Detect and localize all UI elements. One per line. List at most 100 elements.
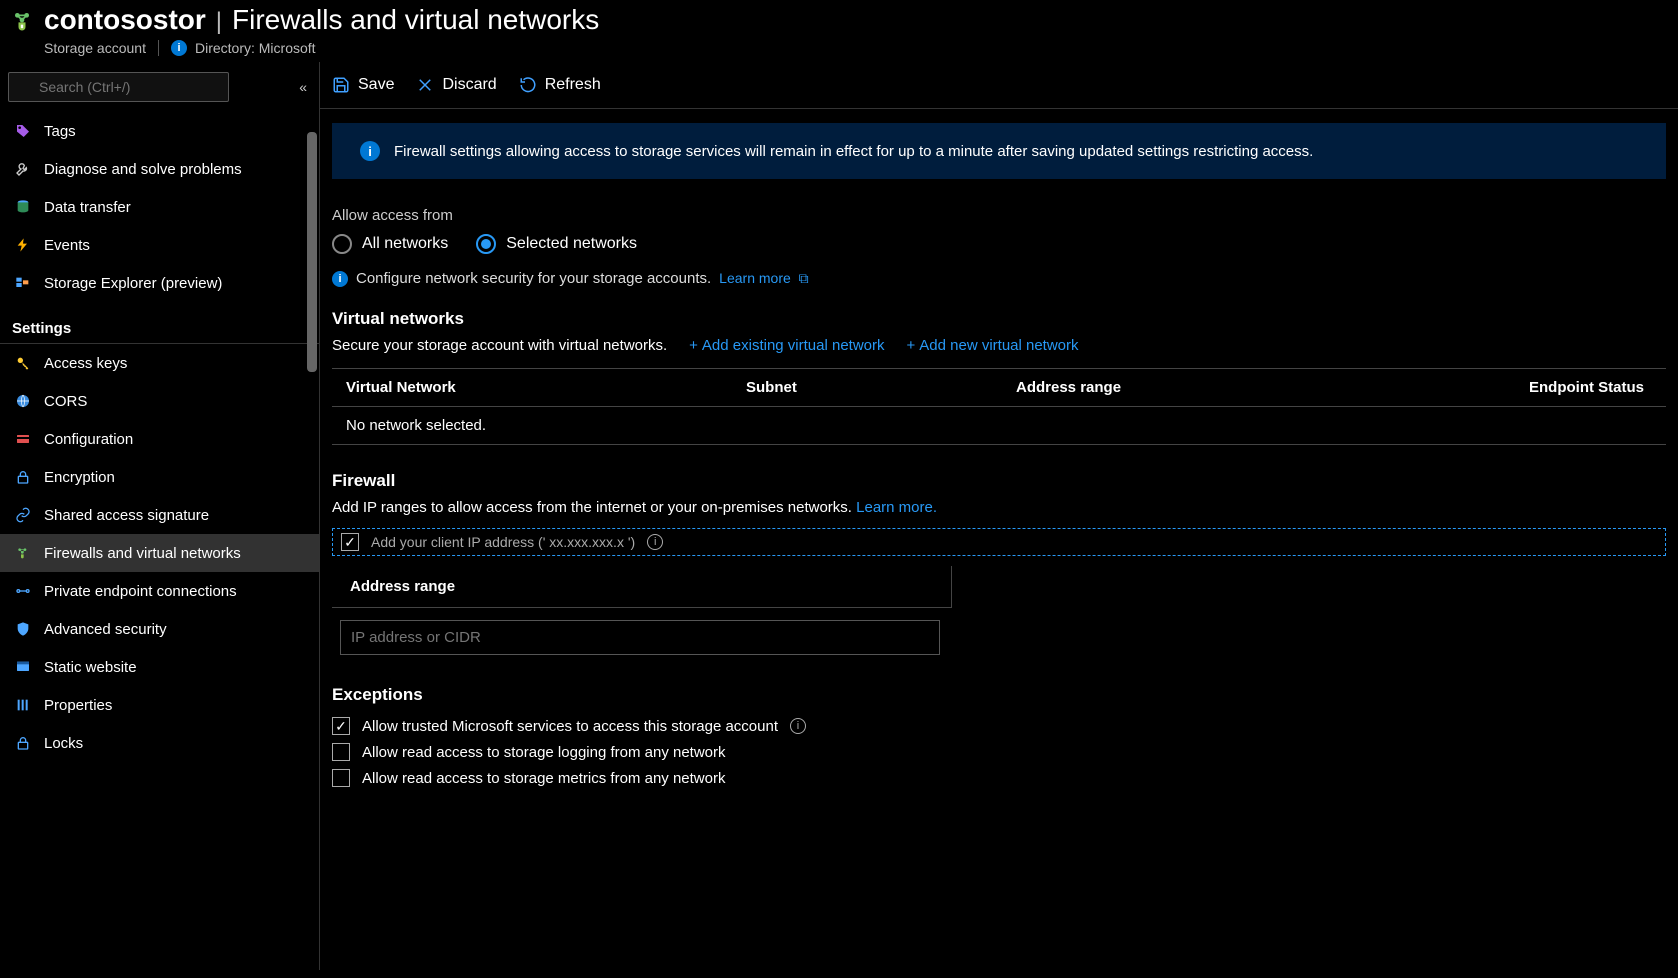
wrench-icon bbox=[14, 160, 32, 178]
col-header-subnet: Subnet bbox=[746, 379, 1016, 396]
radio-selected-networks[interactable]: Selected networks bbox=[476, 234, 637, 254]
save-label: Save bbox=[358, 76, 394, 94]
sidebar-item-label: Properties bbox=[44, 697, 112, 714]
directory-label: Directory: Microsoft bbox=[195, 40, 316, 56]
toolbar: Save Discard Refresh bbox=[320, 62, 1678, 109]
vnet-desc: Secure your storage account with virtual… bbox=[332, 337, 667, 354]
bolt-icon bbox=[14, 236, 32, 254]
access-radio-group: All networks Selected networks bbox=[332, 234, 1666, 254]
sidebar-item-pec[interactable]: Private endpoint connections bbox=[0, 572, 319, 610]
learn-more-link[interactable]: Learn more ⧉ bbox=[719, 270, 808, 287]
refresh-label: Refresh bbox=[545, 76, 601, 94]
sidebar-item-encryption[interactable]: Encryption bbox=[0, 458, 319, 496]
sidebar-item-label: Events bbox=[44, 237, 90, 254]
explorer-icon bbox=[14, 274, 32, 292]
info-icon[interactable]: i bbox=[171, 40, 187, 56]
exception-checkbox[interactable] bbox=[332, 717, 350, 735]
lock-icon bbox=[14, 468, 32, 486]
add-new-vnet-button[interactable]: + Add new virtual network bbox=[907, 337, 1079, 354]
address-range-input[interactable] bbox=[340, 620, 940, 655]
external-link-icon: ⧉ bbox=[795, 270, 809, 286]
sidebar-item-access-keys[interactable]: Access keys bbox=[0, 344, 319, 382]
sidebar-item-diagnose[interactable]: Diagnose and solve problems bbox=[0, 150, 319, 188]
resource-type: Storage account bbox=[44, 40, 146, 56]
sidebar-nav: Tags Diagnose and solve problems Data tran… bbox=[0, 112, 319, 970]
vnet-table: Virtual Network Subnet Address range End… bbox=[332, 368, 1666, 445]
sidebar-item-storage-explorer[interactable]: Storage Explorer (preview) bbox=[0, 264, 319, 302]
sidebar-item-cors[interactable]: CORS bbox=[0, 382, 319, 420]
firewall-desc: Add IP ranges to allow access from the i… bbox=[332, 499, 852, 516]
vnet-empty-text: No network selected. bbox=[346, 417, 746, 434]
sidebar-item-label: Diagnose and solve problems bbox=[44, 161, 242, 178]
subtitle-divider bbox=[158, 40, 159, 56]
refresh-icon bbox=[519, 76, 537, 94]
key-icon bbox=[14, 354, 32, 372]
card-icon bbox=[14, 430, 32, 448]
client-ip-row[interactable]: Add your client IP address (' xx.xxx.xxx… bbox=[332, 528, 1666, 556]
sidebar: « Tags Diagnose and solve problems Data tr… bbox=[0, 62, 320, 970]
exception-label: Allow read access to storage metrics fro… bbox=[362, 770, 725, 787]
radio-all-networks[interactable]: All networks bbox=[332, 234, 448, 254]
info-outline-icon[interactable]: i bbox=[790, 718, 806, 734]
sidebar-item-sas[interactable]: Shared access signature bbox=[0, 496, 319, 534]
exception-row: Allow read access to storage metrics fro… bbox=[332, 765, 1666, 791]
col-header-addr: Address range bbox=[1016, 379, 1286, 396]
page-title: Firewalls and virtual networks bbox=[232, 4, 599, 36]
sidebar-item-properties[interactable]: Properties bbox=[0, 686, 319, 724]
main-content: Save Discard Refresh i Firewall settings… bbox=[320, 62, 1678, 970]
sidebar-item-label: Storage Explorer (preview) bbox=[44, 275, 222, 292]
exception-row: Allow trusted Microsoft services to acce… bbox=[332, 713, 1666, 739]
padlock-icon bbox=[14, 734, 32, 752]
sidebar-item-firewalls[interactable]: Firewalls and virtual networks bbox=[0, 534, 319, 572]
sidebar-item-configuration[interactable]: Configuration bbox=[0, 420, 319, 458]
address-range-table: Address range bbox=[332, 566, 952, 655]
configure-text: Configure network security for your stor… bbox=[356, 270, 711, 287]
refresh-button[interactable]: Refresh bbox=[519, 76, 601, 94]
info-banner: i Firewall settings allowing access to s… bbox=[332, 123, 1666, 179]
search-input[interactable] bbox=[8, 72, 229, 102]
exception-row: Allow read access to storage logging fro… bbox=[332, 739, 1666, 765]
tag-icon bbox=[14, 122, 32, 140]
cylinder-icon bbox=[14, 198, 32, 216]
collapse-sidebar-button[interactable]: « bbox=[295, 75, 311, 99]
save-button[interactable]: Save bbox=[332, 76, 394, 94]
radio-selected-label: Selected networks bbox=[506, 235, 637, 253]
sidebar-item-label: Tags bbox=[44, 123, 76, 140]
add-existing-label: Add existing virtual network bbox=[702, 337, 885, 354]
website-icon bbox=[14, 658, 32, 676]
sidebar-item-label: CORS bbox=[44, 393, 87, 410]
exceptions-list: Allow trusted Microsoft services to acce… bbox=[332, 713, 1666, 791]
allow-access-label: Allow access from bbox=[332, 207, 1666, 224]
exception-checkbox[interactable] bbox=[332, 769, 350, 787]
sidebar-item-label: Data transfer bbox=[44, 199, 131, 216]
learn-more-label: Learn more bbox=[719, 270, 791, 286]
info-outline-icon[interactable]: i bbox=[647, 534, 663, 550]
radio-all-label: All networks bbox=[362, 235, 448, 253]
firewall-learn-more-link[interactable]: Learn more. bbox=[856, 499, 937, 516]
firewall-icon bbox=[14, 544, 32, 562]
sidebar-item-locks[interactable]: Locks bbox=[0, 724, 319, 762]
info-banner-text: Firewall settings allowing access to sto… bbox=[394, 143, 1313, 160]
sidebar-item-tags[interactable]: Tags bbox=[0, 112, 319, 150]
sidebar-item-advsec[interactable]: Advanced security bbox=[0, 610, 319, 648]
sidebar-item-label: Configuration bbox=[44, 431, 133, 448]
sidebar-item-label: Advanced security bbox=[44, 621, 167, 638]
exception-checkbox[interactable] bbox=[332, 743, 350, 761]
resource-name: contosostor bbox=[44, 4, 206, 36]
sidebar-item-static-website[interactable]: Static website bbox=[0, 648, 319, 686]
client-ip-checkbox[interactable] bbox=[341, 533, 359, 551]
col-header-endpoint: Endpoint Status bbox=[1286, 379, 1652, 396]
sidebar-item-data-transfer[interactable]: Data transfer bbox=[0, 188, 319, 226]
vnet-heading: Virtual networks bbox=[332, 309, 1666, 329]
sidebar-item-events[interactable]: Events bbox=[0, 226, 319, 264]
add-existing-vnet-button[interactable]: + Add existing virtual network bbox=[689, 337, 884, 354]
sidebar-item-label: Encryption bbox=[44, 469, 115, 486]
discard-button[interactable]: Discard bbox=[416, 76, 496, 94]
resource-icon bbox=[8, 6, 36, 34]
radio-on-icon bbox=[476, 234, 496, 254]
add-new-label: Add new virtual network bbox=[919, 337, 1078, 354]
endpoint-icon bbox=[14, 582, 32, 600]
title-separator: | bbox=[206, 8, 232, 36]
exceptions-heading: Exceptions bbox=[332, 685, 1666, 705]
scrollbar[interactable] bbox=[307, 132, 317, 372]
